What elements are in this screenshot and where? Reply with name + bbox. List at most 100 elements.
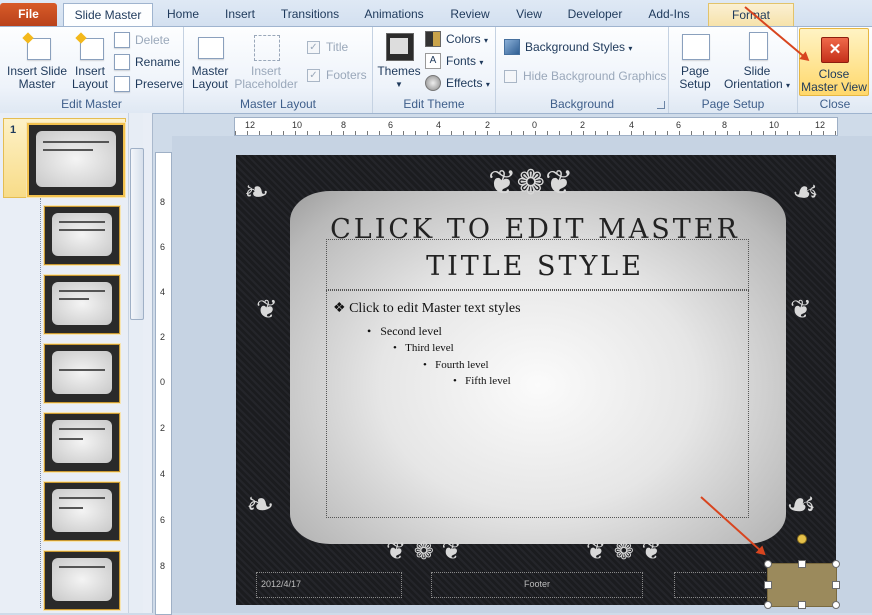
layout-thumbnail[interactable] (44, 275, 120, 334)
group-background: Background Styles ▾ Hide Background Grap… (496, 27, 669, 113)
layout-tree-connector (40, 198, 42, 608)
ruler-tick: 8 (160, 561, 166, 571)
ruler-tick: 2 (485, 120, 491, 130)
tab-home[interactable]: Home (158, 3, 208, 26)
bottom-flourish-icon: ❦ ❁ ❦ (586, 537, 662, 565)
insert-placeholder-button[interactable]: Insert Placeholder (232, 29, 300, 91)
colors-button[interactable]: Colors ▾ (425, 30, 488, 48)
resize-handle[interactable] (832, 560, 840, 568)
bullet-icon: • (393, 342, 406, 354)
ribbon-tab-bar: File Slide Master Home Insert Transition… (0, 0, 872, 27)
insert-layout-icon (75, 31, 105, 61)
body-level-2[interactable]: • Second level (367, 324, 442, 339)
effects-button[interactable]: Effects ▾ (425, 74, 490, 92)
themes-button[interactable]: Themes ▼ (377, 29, 421, 91)
master-title-text[interactable]: CLICK TO EDIT MASTER TITLE STYLE (300, 211, 770, 285)
insert-layout-button[interactable]: Insert Layout (70, 29, 110, 91)
resize-handle[interactable] (764, 581, 772, 589)
resize-handle[interactable] (798, 601, 806, 609)
preserve-label: Preserve (135, 77, 184, 91)
footer-placeholder[interactable]: Footer (431, 572, 643, 598)
body-level-4-text: Fourth level (435, 359, 489, 371)
bullet-icon: • (453, 375, 466, 387)
insert-slide-master-button[interactable]: Insert Slide Master (4, 29, 70, 91)
background-styles-label: Background Styles (525, 40, 626, 54)
ruler-tick: 0 (160, 377, 166, 387)
body-level-1[interactable]: ❖ Click to edit Master text styles (333, 300, 521, 317)
group-master-layout: Master Layout Insert Placeholder ✓ Title … (184, 27, 373, 113)
tab-review[interactable]: Review (441, 3, 499, 26)
page-setup-button[interactable]: Page Setup (673, 29, 717, 91)
ruler-ticks (235, 131, 837, 135)
tab-format[interactable]: Format (708, 3, 794, 27)
layout-thumbnail[interactable] (44, 344, 120, 403)
ruler-tick: 4 (160, 469, 166, 479)
tab-file[interactable]: File (0, 3, 57, 26)
background-styles-icon (504, 38, 520, 55)
slide-orientation-label-2: Orientation ▾ (723, 77, 791, 91)
colors-icon (425, 30, 441, 47)
hide-background-graphics-checkbox[interactable]: Hide Background Graphics (504, 67, 666, 85)
thumbnail-scrollbar[interactable] (128, 113, 144, 613)
title-checkbox[interactable]: ✓ Title (307, 38, 348, 56)
layout-thumbnail[interactable] (44, 206, 120, 265)
slide-number-placeholder[interactable] (674, 572, 768, 598)
group-label-edit-master: Edit Master (61, 97, 122, 111)
tab-animations[interactable]: Animations (355, 3, 433, 26)
body-level-5[interactable]: • Fifth level (453, 375, 511, 387)
resize-handle[interactable] (764, 601, 772, 609)
footers-check-icon: ✓ (307, 69, 320, 83)
master-layout-button[interactable]: Master Layout (188, 29, 232, 91)
tab-transitions[interactable]: Transitions (272, 3, 348, 26)
master-layout-icon (195, 31, 225, 61)
layout-thumbnail[interactable] (44, 413, 120, 472)
tab-addins[interactable]: Add-Ins (638, 3, 700, 26)
slide-master-thumbnail[interactable] (27, 123, 125, 197)
delete-button[interactable]: Delete (114, 31, 170, 49)
themes-dropdown-icon: ▼ (395, 80, 403, 89)
background-styles-button[interactable]: Background Styles ▾ (504, 38, 632, 56)
tab-developer[interactable]: Developer (561, 3, 629, 26)
fonts-button[interactable]: A Fonts ▾ (425, 52, 483, 70)
hide-background-graphics-check-icon (504, 70, 517, 84)
close-master-view-label-2: Master View (801, 80, 867, 94)
date-placeholder[interactable]: 2012/4/17 (256, 572, 402, 598)
resize-handle[interactable] (832, 581, 840, 589)
corner-flourish-icon: ☙ (792, 175, 819, 210)
rotation-handle[interactable] (797, 534, 807, 544)
insert-placeholder-icon (251, 31, 281, 61)
resize-handle[interactable] (832, 601, 840, 609)
ruler-tick: 6 (388, 120, 394, 130)
background-dialog-launcher-icon[interactable] (657, 101, 665, 109)
rename-button[interactable]: Rename (114, 53, 180, 71)
insert-slide-master-label-2: Master (18, 77, 56, 91)
group-label-close: Close (819, 97, 851, 111)
footers-checkbox-label: Footers (326, 68, 367, 82)
resize-handle[interactable] (764, 560, 772, 568)
body-level-4[interactable]: • Fourth level (423, 359, 489, 371)
tab-insert[interactable]: Insert (214, 3, 266, 26)
hide-background-graphics-label: Hide Background Graphics (523, 69, 667, 83)
ruler-tick: 10 (292, 120, 303, 130)
layout-thumbnail[interactable] (44, 482, 120, 541)
group-label-background: Background (549, 97, 615, 111)
delete-icon (114, 31, 130, 48)
tab-view[interactable]: View (505, 3, 553, 26)
group-label-page-setup: Page Setup (701, 97, 765, 111)
tab-slide-master[interactable]: Slide Master (63, 3, 153, 27)
body-level-3[interactable]: • Third level (393, 342, 454, 354)
layout-thumbnail[interactable] (44, 551, 120, 610)
close-master-view-button[interactable]: ✕ Close Master View (799, 28, 869, 96)
body-level-2-text: Second level (380, 324, 442, 338)
fonts-label: Fonts (446, 54, 477, 68)
body-level-5-text: Fifth level (465, 375, 511, 387)
group-page-setup: Page Setup Slide Orientation ▾ Page Setu… (669, 27, 798, 113)
footers-checkbox[interactable]: ✓ Footers (307, 66, 367, 84)
bullet-icon: • (423, 359, 436, 371)
themes-label: Themes (377, 64, 421, 78)
preserve-button[interactable]: Preserve (114, 75, 183, 93)
resize-handle[interactable] (798, 560, 806, 568)
thumbnail-scrollbar-thumb[interactable] (130, 148, 144, 320)
effects-label: Effects (446, 76, 483, 90)
ruler-tick: 2 (160, 423, 166, 433)
